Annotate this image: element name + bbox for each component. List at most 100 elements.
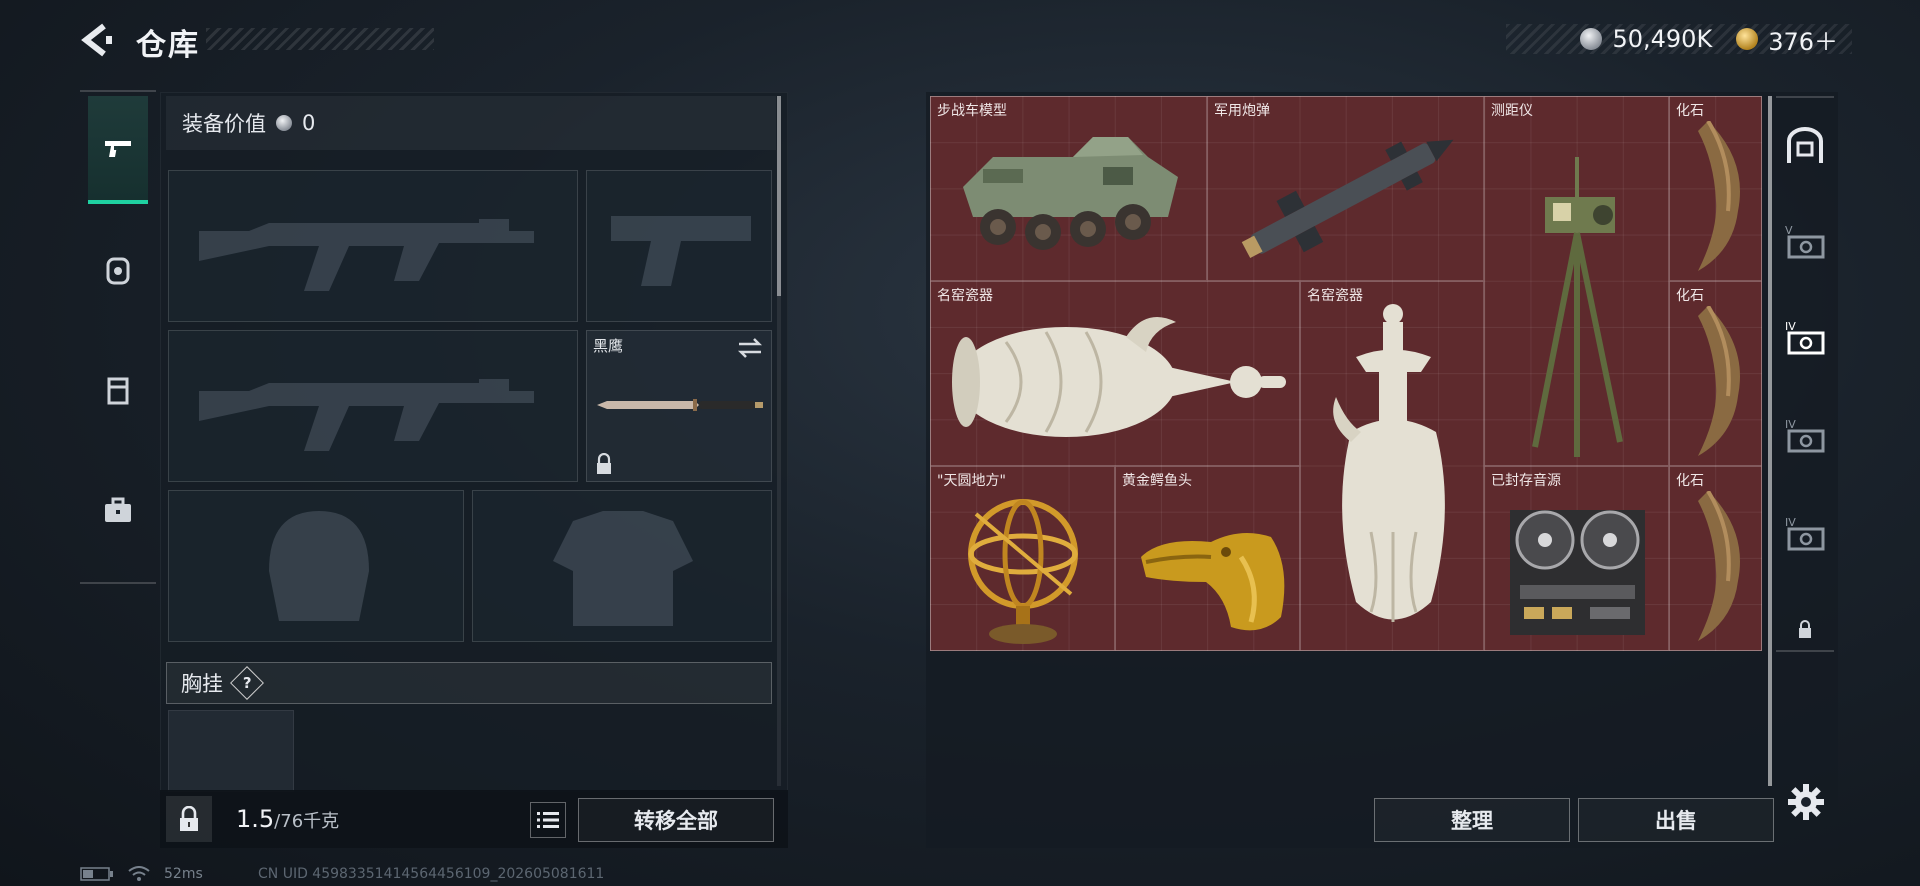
equipment-value-label: 装备价值: [182, 112, 266, 136]
tab-case-iv-2[interactable]: IV: [1780, 508, 1830, 558]
currency-bar: 50,490K 376＋: [1506, 22, 1852, 57]
fossil-claw-icon: [1698, 121, 1740, 271]
storage-tabs: V IV IV IV: [1776, 96, 1834, 652]
svg-text:IV: IV: [1785, 418, 1796, 431]
wifi-icon: [128, 866, 150, 881]
fossil-claw-icon: [1698, 491, 1740, 641]
storage-item-porcelain[interactable]: 名窑瓷器: [930, 281, 1300, 466]
tab-case-v[interactable]: V: [1780, 216, 1830, 266]
case-tier-icon: IV: [1785, 320, 1825, 355]
porcelain-ewer-icon: [952, 317, 1286, 437]
item-label: 化石: [1676, 288, 1704, 304]
silver-coin-icon: [276, 115, 292, 131]
battery-icon: [80, 867, 113, 881]
tab-case-iv[interactable]: IV: [1780, 410, 1830, 460]
silver-amount: 50,490K: [1612, 25, 1713, 53]
lock-icon: [180, 806, 198, 831]
storage-item-fossil[interactable]: 化石: [1669, 96, 1762, 281]
list-view-button[interactable]: [530, 802, 566, 838]
svg-text:IV: IV: [1785, 320, 1796, 333]
melee-name: 黑鹰: [593, 337, 624, 355]
ping-value: 52ms: [164, 866, 203, 882]
chest-rig-slot[interactable]: [168, 710, 294, 792]
sort-button[interactable]: 整理: [1374, 798, 1570, 842]
equipment-scroll-thumb[interactable]: [777, 96, 781, 296]
pistol-icon: [105, 141, 131, 157]
primary-weapon-slot-2[interactable]: [168, 330, 578, 482]
melee-slot[interactable]: 黑鹰: [586, 330, 772, 482]
weight-capacity: /76千克: [274, 811, 340, 832]
storage-item-armillary-sphere[interactable]: "天圆地方": [930, 466, 1115, 651]
list-icon: [537, 812, 559, 828]
item-label: 化石: [1676, 473, 1704, 489]
rail-item-vest[interactable]: [88, 336, 148, 444]
gold-coin-icon: [1736, 28, 1759, 50]
transfer-all-button[interactable]: 转移全部: [578, 798, 774, 842]
settings-gear-icon[interactable]: [1786, 782, 1826, 822]
safe-box-icon: [1787, 127, 1823, 163]
svg-text:V: V: [1785, 224, 1793, 237]
tab-safe-box[interactable]: [1780, 122, 1830, 172]
device-status: 52ms: [80, 866, 203, 882]
tab-case-iv-active[interactable]: IV: [1780, 312, 1830, 362]
vest-icon: [107, 377, 129, 405]
helmet-silhouette-icon: [269, 511, 369, 621]
golden-crocodile-head-icon: [1141, 533, 1285, 631]
knife-item: [597, 399, 763, 411]
page-title: 仓库: [136, 28, 200, 63]
storage-item-ifv-model[interactable]: 步战车模型: [930, 96, 1207, 281]
rangefinder-icon: [1532, 157, 1623, 457]
rail-item-helmet-armor[interactable]: [88, 216, 148, 324]
porcelain-ewer-icon: [1333, 304, 1445, 622]
armor-silhouette-icon: [553, 511, 693, 626]
item-label: 黄金鳄鱼头: [1122, 473, 1192, 489]
armillary-sphere-icon: [968, 499, 1078, 644]
primary-weapon-slot-1[interactable]: [168, 170, 578, 322]
rail-item-case[interactable]: [88, 456, 148, 564]
item-label: "天圆地方": [937, 473, 1006, 489]
case-tier-icon: IV: [1785, 418, 1825, 453]
rifle-silhouette-icon: [199, 219, 534, 291]
gold-amount[interactable]: 376＋: [1768, 22, 1838, 57]
item-label: 已封存音源: [1491, 473, 1561, 489]
sidearm-slot[interactable]: [586, 170, 772, 322]
storage-item-rangefinder[interactable]: 测距仪: [1484, 96, 1669, 466]
case-tier-icon: V: [1785, 224, 1825, 259]
sell-button[interactable]: 出售: [1578, 798, 1774, 842]
lock-icon: [597, 453, 611, 474]
military-shell-icon: [1241, 139, 1454, 259]
silver-coin-icon: [1580, 28, 1603, 50]
helmet-slot[interactable]: [168, 490, 464, 642]
chest-rig-label: 胸挂: [181, 672, 223, 696]
tab-locked[interactable]: [1780, 604, 1830, 654]
back-button[interactable]: [78, 22, 114, 58]
fossil-claw-icon: [1698, 306, 1740, 456]
lock-icon: [1799, 620, 1811, 638]
help-icon[interactable]: ?: [230, 666, 264, 700]
storage-item-porcelain-tall[interactable]: 名窑瓷器: [1300, 281, 1484, 651]
weight-readout: 1.5/76千克: [236, 805, 339, 833]
pistol-silhouette-icon: [611, 216, 751, 286]
storage-item-fossil[interactable]: 化石: [1669, 466, 1762, 651]
briefcase-icon: [105, 497, 131, 522]
storage-item-fossil[interactable]: 化石: [1669, 281, 1762, 466]
rail-item-weapons[interactable]: [88, 96, 148, 204]
equipment-value-row: 装备价值 0: [166, 96, 776, 150]
category-rail: [80, 90, 156, 584]
equipment-value: 0: [302, 111, 316, 135]
storage-item-golden-crocodile-head[interactable]: 黄金鳄鱼头: [1115, 466, 1300, 651]
chest-rig-bar: 胸挂 ?: [166, 662, 772, 704]
rifle-silhouette-icon: [199, 379, 534, 451]
lock-button[interactable]: [166, 796, 212, 842]
storage-item-military-shell[interactable]: 军用炮弹: [1207, 96, 1484, 281]
svg-text:IV: IV: [1785, 516, 1796, 529]
swap-icon[interactable]: [737, 337, 763, 359]
item-label: 测距仪: [1491, 103, 1533, 119]
reel-recorder-icon: [1510, 510, 1645, 635]
storage-scrollbar[interactable]: [1768, 96, 1772, 786]
storage-item-reel-recorder[interactable]: 已封存音源: [1484, 466, 1669, 651]
ifv-model-icon: [963, 137, 1178, 250]
backpack-icon: [106, 257, 130, 285]
title-decoration: [206, 28, 434, 50]
armor-slot[interactable]: [472, 490, 772, 642]
